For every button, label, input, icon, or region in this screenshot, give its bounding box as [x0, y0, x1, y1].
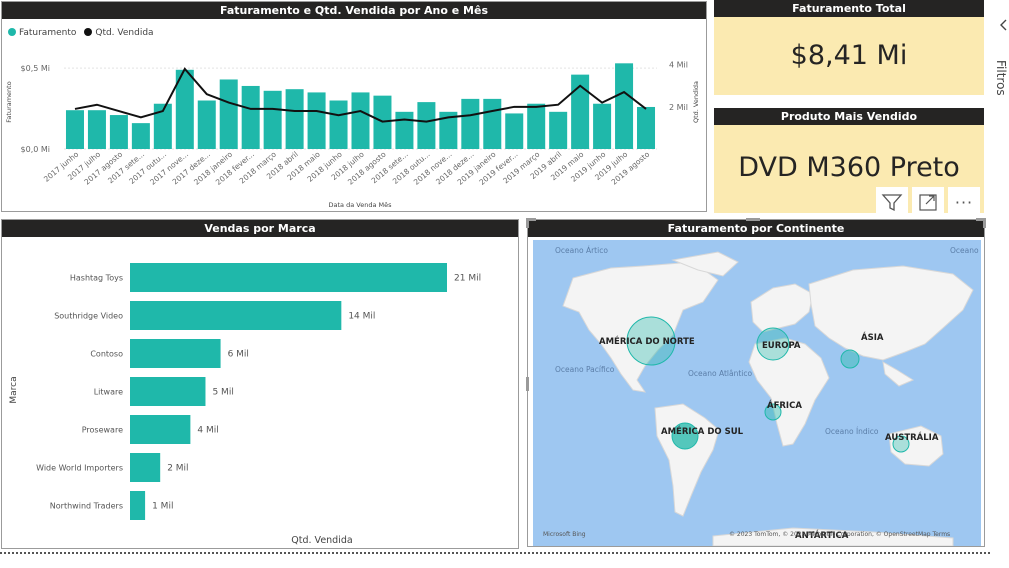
bing-attribution[interactable]: Microsoft Bing	[543, 531, 586, 538]
brand-label: Litware	[94, 388, 123, 397]
more-options-icon: ···	[954, 192, 974, 212]
x-axis-title: Data da Venda Mês	[329, 201, 393, 209]
brand-bar[interactable]	[130, 491, 146, 520]
focus-mode-button[interactable]	[912, 187, 944, 217]
revenue-bar[interactable]	[109, 115, 128, 149]
brand-label: Hashtag Toys	[70, 274, 123, 283]
revenue-bar[interactable]	[549, 111, 568, 149]
y-tick-label: $0,5 Mi	[21, 64, 50, 73]
bar-data-label: 14 Mil	[348, 312, 375, 322]
revenue-bar[interactable]	[483, 98, 502, 149]
revenue-bar[interactable]	[593, 103, 612, 149]
ocean-label: Oceano Ártico	[950, 246, 981, 255]
top-product-value: DVD M360 Preto	[738, 152, 960, 183]
brand-bar[interactable]	[130, 377, 206, 406]
continent-label: AMÉRICA DO NORTE	[599, 335, 695, 347]
revenue-bar[interactable]	[527, 103, 546, 149]
combo-plot: $0,0 Mi $0,5 Mi 2 Mil 4 Mil Faturamento Qtd. …	[5, 61, 700, 209]
revenue-bar[interactable]	[241, 85, 260, 149]
brand-bar[interactable]	[130, 263, 447, 292]
revenue-bar[interactable]	[219, 79, 238, 149]
resize-handle[interactable]	[526, 377, 529, 391]
filter-icon	[881, 194, 903, 212]
continent-label: EUROPA	[762, 341, 801, 351]
map-copyright[interactable]: © 2023 TomTom, © 2023 Microsoft Corporat…	[729, 531, 950, 538]
map-title: Faturamento por Continente	[528, 220, 984, 237]
revenue-bar[interactable]	[263, 90, 282, 149]
revenue-bar[interactable]	[65, 110, 84, 149]
y2-axis-title: Qtd. Vendida	[692, 81, 700, 123]
revenue-bar[interactable]	[307, 92, 326, 149]
visual-header-toolbar: ···	[876, 187, 980, 217]
revenue-bar[interactable]	[87, 110, 106, 149]
brand-label: Southridge Video	[54, 312, 123, 321]
more-options-button[interactable]: ···	[948, 187, 980, 217]
total-revenue-value: $8,41 Mi	[790, 40, 908, 71]
filter-button[interactable]	[876, 187, 908, 217]
revenue-bar[interactable]	[615, 63, 634, 149]
revenue-bar[interactable]	[285, 89, 304, 149]
sales-by-brand-chart[interactable]: Vendas por Marca Hashtag Toys 21 Mil South…	[1, 219, 519, 549]
y-tick-label: $0,0 Mi	[21, 145, 50, 154]
bar-data-label: 21 Mil	[454, 274, 481, 284]
bar-data-label: 2 Mil	[167, 464, 188, 474]
revenue-bar[interactable]	[637, 106, 656, 149]
page-boundary	[0, 552, 990, 554]
revenue-bar[interactable]	[395, 111, 414, 149]
revenue-bar[interactable]	[417, 102, 436, 149]
revenue-bar[interactable]	[329, 100, 348, 150]
ocean-label: Oceano Ártico	[555, 246, 608, 255]
x-axis-title: Qtd. Vendida	[291, 535, 352, 546]
revenue-by-continent-map[interactable]: Faturamento por Continente Oceano Ártico…	[526, 218, 986, 547]
continent-label: AMÉRICA DO SUL	[661, 425, 744, 437]
brand-label: Northwind Traders	[50, 502, 123, 511]
revenue-quantity-combo-chart[interactable]: Faturamento e Qtd. Vendida por Ano e Mês…	[1, 1, 707, 212]
y-axis-title: Faturamento	[5, 81, 13, 122]
bubble-asia[interactable]	[840, 349, 860, 369]
revenue-bar[interactable]	[197, 100, 216, 150]
expand-pane-icon	[1000, 19, 1007, 31]
brand-label: Wide World Importers	[36, 464, 123, 473]
brand-bar[interactable]	[130, 415, 191, 444]
continent-label: AUSTRÁLIA	[885, 431, 939, 443]
focus-mode-icon	[919, 194, 937, 211]
ocean-label: Oceano Índico	[825, 427, 879, 436]
bar-data-label: 1 Mil	[152, 502, 173, 512]
brand-label: Contoso	[90, 350, 123, 359]
resize-handle[interactable]	[983, 218, 986, 228]
filters-pane-label: Filtros	[994, 60, 1008, 96]
bar-plot: Hashtag Toys 21 Mil Southridge Video 14 Mil…	[9, 263, 481, 546]
resize-handle[interactable]	[526, 218, 529, 228]
bar-data-label: 6 Mil	[228, 350, 249, 360]
revenue-bar[interactable]	[461, 98, 480, 149]
brand-bar[interactable]	[130, 301, 342, 330]
continent-label: ÁFRICA	[767, 399, 802, 411]
card-title: Faturamento Total	[714, 0, 984, 17]
brand-bar[interactable]	[130, 453, 161, 482]
total-revenue-card[interactable]: Faturamento Total $8,41 Mi	[714, 0, 984, 95]
ocean-label: Oceano Pacífico	[555, 365, 615, 374]
bar-data-label: 4 Mil	[197, 426, 218, 436]
brand-bar[interactable]	[130, 339, 221, 368]
revenue-bar[interactable]	[351, 92, 370, 149]
brand-label: Proseware	[82, 426, 123, 435]
revenue-bar[interactable]	[505, 113, 524, 149]
filters-pane[interactable]: Filtros	[994, 0, 1009, 568]
ocean-label: Oceano Atlântico	[688, 369, 752, 378]
y-axis-title: Marca	[9, 376, 19, 403]
card-title: Produto Mais Vendido	[714, 108, 984, 125]
y2-tick-label: 4 Mil	[669, 61, 688, 70]
revenue-bar[interactable]	[131, 123, 150, 149]
y2-tick-label: 2 Mil	[669, 103, 688, 112]
continent-label: ÁSIA	[861, 331, 884, 343]
resize-handle[interactable]	[746, 218, 760, 221]
bar-data-label: 5 Mil	[212, 388, 233, 398]
world-map[interactable]: Oceano Ártico Oceano Pacífico Oceano Atl…	[533, 240, 981, 546]
